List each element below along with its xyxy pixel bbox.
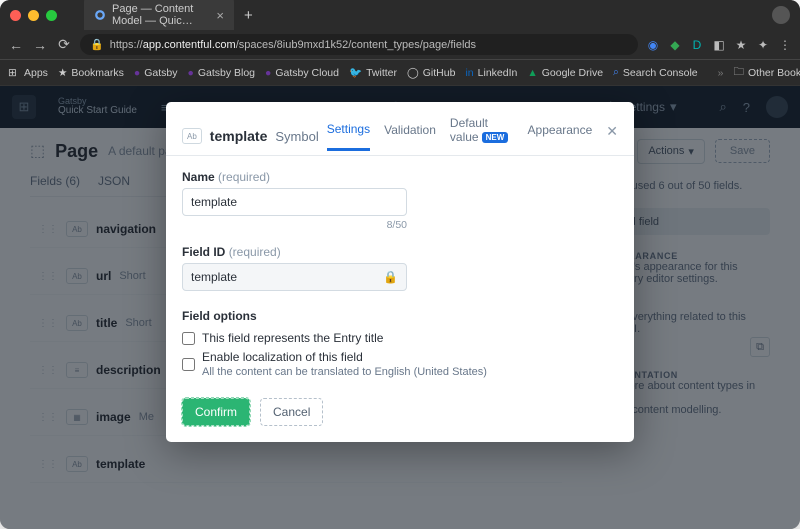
confirm-button[interactable]: Confirm bbox=[182, 398, 250, 426]
bookmark-label: Gatsby Blog bbox=[198, 67, 255, 79]
bookmark-label: Gatsby bbox=[144, 67, 177, 79]
checkbox-label: Enable localization of this field bbox=[202, 350, 487, 364]
tab-default-value[interactable]: Default valueNEW bbox=[450, 116, 514, 156]
ext-icon[interactable]: ◉ bbox=[646, 38, 660, 52]
modal-header: Ab template Symbol Settings Validation D… bbox=[166, 102, 634, 156]
ext-icon[interactable]: ★ bbox=[734, 38, 748, 52]
bookmark-item[interactable]: ⌕ Search Console bbox=[613, 66, 698, 79]
close-icon[interactable]: ✕ bbox=[606, 123, 618, 150]
minimize-window-icon[interactable] bbox=[28, 10, 39, 21]
field-id-input[interactable]: template 🔒 bbox=[182, 263, 407, 291]
modal-overlay[interactable]: Ab template Symbol Settings Validation D… bbox=[0, 86, 800, 529]
field-options-heading: Field options bbox=[182, 309, 618, 323]
bookmark-label: Google Drive bbox=[542, 67, 603, 79]
modal-field-type: Symbol bbox=[275, 129, 318, 144]
name-label: Name bbox=[182, 170, 215, 184]
menu-icon[interactable]: ⋮ bbox=[778, 38, 792, 52]
checkbox-hint: All the content can be translated to Eng… bbox=[202, 366, 487, 378]
lock-icon: 🔒 bbox=[90, 38, 104, 51]
checkbox-label: This field represents the Entry title bbox=[202, 331, 383, 345]
bookmarks-bar: ⊞ Apps ★ Bookmarks ● Gatsby ● Gatsby Blog… bbox=[0, 60, 800, 86]
field-settings-modal: Ab template Symbol Settings Validation D… bbox=[166, 102, 634, 442]
tab-appearance[interactable]: Appearance bbox=[528, 123, 593, 149]
contentful-favicon-icon bbox=[94, 9, 106, 21]
apps-button[interactable]: ⊞ Apps bbox=[8, 67, 48, 79]
localization-checkbox[interactable]: Enable localization of this field All th… bbox=[182, 350, 618, 378]
bookmark-item[interactable]: ▲ Google Drive bbox=[527, 67, 603, 79]
bookmark-label: Search Console bbox=[623, 67, 698, 79]
bookmark-label: GitHub bbox=[423, 67, 456, 79]
window-titlebar: Page — Content Model — Quic… × + bbox=[0, 0, 800, 30]
bookmark-item[interactable]: 🐦 Twitter bbox=[349, 66, 397, 79]
char-count: 8/50 bbox=[182, 219, 407, 231]
tab-settings[interactable]: Settings bbox=[327, 122, 370, 151]
required-hint: (required) bbox=[218, 170, 270, 184]
tab-validation[interactable]: Validation bbox=[384, 123, 436, 149]
entry-title-checkbox[interactable]: This field represents the Entry title bbox=[182, 331, 618, 345]
modal-tabs: Settings Validation Default valueNEW App… bbox=[327, 116, 618, 156]
bookmark-item[interactable]: in LinkedIn bbox=[465, 67, 517, 79]
modal-body: Name (required) 8/50 Field ID (required)… bbox=[166, 156, 634, 442]
browser-tab[interactable]: Page — Content Model — Quic… × bbox=[84, 0, 234, 34]
reload-icon[interactable]: ⟳ bbox=[56, 36, 72, 53]
maximize-window-icon[interactable] bbox=[46, 10, 57, 21]
field-type-icon: Ab bbox=[182, 128, 202, 144]
field-id-value: template bbox=[191, 270, 237, 284]
required-hint: (required) bbox=[229, 245, 281, 259]
modal-field-name: template bbox=[210, 128, 268, 144]
address-bar: ← → ⟳ 🔒 https://app.contentful.com/space… bbox=[0, 30, 800, 60]
ext-icon[interactable]: ◆ bbox=[668, 38, 682, 52]
bookmark-item[interactable]: ● Gatsby Blog bbox=[187, 67, 255, 79]
cancel-button[interactable]: Cancel bbox=[260, 398, 323, 426]
bookmark-item[interactable]: ◯ GitHub bbox=[407, 67, 455, 79]
bookmark-item[interactable]: ● Gatsby Cloud bbox=[265, 67, 339, 79]
bookmark-label: Twitter bbox=[366, 67, 397, 79]
ext-icon[interactable]: ◧ bbox=[712, 38, 726, 52]
url-host: app.contentful.com bbox=[143, 39, 236, 51]
field-id-label: Field ID bbox=[182, 245, 225, 259]
bookmark-item[interactable]: ● Gatsby bbox=[134, 67, 178, 79]
browser-window: Page — Content Model — Quic… × + ← → ⟳ 🔒… bbox=[0, 0, 800, 529]
bookmark-label: Gatsby Cloud bbox=[275, 67, 339, 79]
ext-icon[interactable]: D bbox=[690, 38, 704, 52]
extension-icons: ◉ ◆ D ◧ ★ ✦ ⋮ bbox=[646, 38, 792, 52]
url-path: /spaces/8iub9mxd1k52/content_types/page/… bbox=[236, 39, 476, 51]
new-tab-button[interactable]: + bbox=[244, 7, 253, 24]
checkbox-input[interactable] bbox=[182, 332, 195, 345]
bookmark-label: LinkedIn bbox=[478, 67, 518, 79]
bookmark-label: Apps bbox=[24, 67, 48, 79]
new-badge: NEW bbox=[482, 132, 509, 143]
lock-icon[interactable]: 🔒 bbox=[383, 270, 398, 284]
forward-icon[interactable]: → bbox=[32, 37, 48, 53]
bookmark-label: Bookmarks bbox=[71, 67, 124, 79]
bookmark-label: Other Bookmarks bbox=[748, 67, 800, 79]
back-icon[interactable]: ← bbox=[8, 37, 24, 53]
close-window-icon[interactable] bbox=[10, 10, 21, 21]
close-tab-icon[interactable]: × bbox=[216, 8, 224, 23]
extensions-icon[interactable]: ✦ bbox=[756, 38, 770, 52]
profile-avatar-icon[interactable] bbox=[772, 6, 790, 24]
other-bookmarks[interactable]: 🗀 Other Bookmarks bbox=[733, 64, 800, 82]
apps-icon: ⊞ bbox=[8, 67, 20, 79]
checkbox-input[interactable] bbox=[182, 351, 195, 378]
bookmark-item[interactable]: ★ Bookmarks bbox=[58, 67, 124, 79]
app-content: ⊞ Gatsby Quick Start Guide ≡ ⌂Space home… bbox=[0, 86, 800, 529]
url-scheme: https:// bbox=[110, 39, 143, 51]
name-input[interactable] bbox=[182, 188, 407, 216]
url-field[interactable]: 🔒 https://app.contentful.com/spaces/8iub… bbox=[80, 34, 638, 55]
browser-tab-title: Page — Content Model — Quic… bbox=[112, 3, 206, 27]
